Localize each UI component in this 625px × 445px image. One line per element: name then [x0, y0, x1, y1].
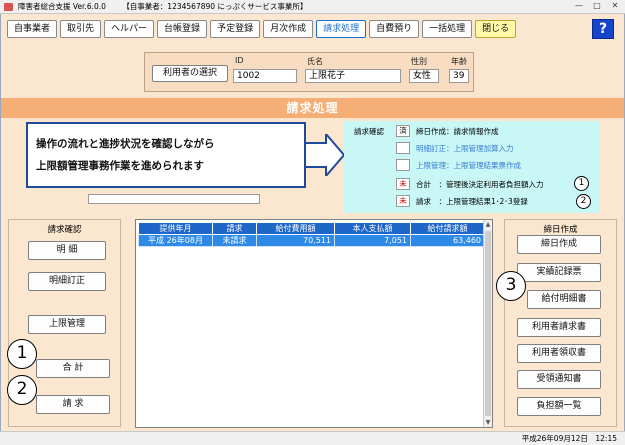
status-mark	[396, 159, 410, 171]
toolbar-close-button[interactable]: 閉じる	[475, 20, 517, 38]
business-label: 【自事業者：1234567890 にっぷくサービス事業所】	[122, 2, 308, 11]
status-text: 明細訂正：上限管理加算入力	[416, 144, 514, 153]
select-user-button[interactable]: 利用者の選択	[152, 65, 228, 82]
window-title: 障害者総合支援 Ver.6.0.0	[18, 2, 106, 11]
minimize-icon[interactable]: —	[571, 1, 587, 12]
status-text: 請求 ：上限管理結果1･2･3登録	[416, 197, 528, 206]
callout-line-2: 上限額管理事務作業を進められます	[36, 160, 204, 172]
toolbar-getsuji-button[interactable]: 月次作成	[263, 20, 314, 38]
age-label: 年齢	[451, 57, 467, 66]
toolbar-seikyu-button[interactable]: 請求処理	[316, 20, 367, 38]
callout-line-1: 操作の流れと進捗状況を確認しながら	[36, 138, 215, 150]
age-field[interactable]: 39	[449, 69, 469, 83]
callout: 操作の流れと進捗状況を確認しながら 上限額管理事務作業を進められます	[26, 122, 346, 188]
status-row-meisai: 明細訂正：上限管理加算入力	[344, 142, 599, 155]
title-bar: 障害者総合支援 Ver.6.0.0 【自事業者：1234567890 にっぷくサ…	[0, 0, 625, 14]
toolbar-daicho-button[interactable]: 台帳登録	[157, 20, 208, 38]
scroll-down-icon[interactable]: ▼	[484, 418, 492, 427]
status-text: 合計 ：管理後決定利用者負担額入力	[416, 180, 544, 189]
close-icon[interactable]: ✕	[607, 1, 623, 12]
status-mark	[396, 142, 410, 154]
status-row-jogen: 上限管理：上限管理結果票作成	[344, 159, 599, 172]
status-mark: 未	[396, 195, 410, 207]
scroll-up-icon[interactable]: ▲	[484, 220, 492, 229]
section-title: 請求処理	[1, 98, 624, 118]
toolbar-ikkatsu-button[interactable]: 一括処理	[422, 20, 473, 38]
user-receipt-button[interactable]: 利用者領収書	[517, 344, 601, 363]
right-panel-title: 締日作成	[543, 225, 578, 235]
right-panel: 締日作成 締日作成 実績記録票 給付明細書 利用者請求書 利用者領収書 受領通知…	[504, 219, 617, 427]
toolbar-helper-button[interactable]: ヘルパー	[104, 20, 155, 38]
main-area: 自事業者 取引先 ヘルパー 台帳登録 予定登録 月次作成 請求処理 自費預り 一…	[0, 14, 625, 445]
status-row-gokei: 未 合計 ：管理後決定利用者負担額入力	[344, 178, 599, 191]
name-label: 氏名	[307, 57, 323, 66]
seikyu-button[interactable]: 請 求	[36, 395, 110, 414]
step-marker-big-1: 1	[7, 339, 37, 369]
scroll-thumb[interactable]	[485, 231, 491, 416]
kyufu-meisai-button[interactable]: 給付明細書	[527, 290, 601, 309]
meisai-teisei-button[interactable]: 明細訂正	[28, 272, 106, 291]
shimebi-sakusei-button[interactable]: 締日作成	[517, 235, 601, 254]
message-field	[88, 194, 260, 204]
step-marker-big-3: 3	[496, 271, 526, 301]
burden-list-button[interactable]: 負担額一覧	[517, 397, 601, 416]
status-text: 締日作成：請求情報作成	[416, 127, 499, 136]
toolbar-jigyosha-button[interactable]: 自事業者	[7, 20, 58, 38]
toolbar-yotei-button[interactable]: 予定登録	[210, 20, 261, 38]
help-button[interactable]: ?	[592, 19, 614, 39]
column-header[interactable]: 本人支払額	[334, 222, 411, 235]
status-cell: 未請求	[212, 234, 257, 247]
table-row[interactable]: 平成 26年08月 未請求 70,511 7,051 63,460	[138, 234, 485, 247]
jogen-kanri-button[interactable]: 上限管理	[28, 315, 106, 334]
column-header[interactable]: 給付費用額	[256, 222, 335, 235]
status-row-seikyu: 未 請求 ：上限管理結果1･2･3登録	[344, 195, 599, 208]
status-bar: 平成26年09月12日 12:15	[0, 431, 625, 445]
step-marker-2: 2	[576, 194, 591, 209]
toolbar-torihiki-button[interactable]: 取引先	[60, 20, 102, 38]
benefit-cost-cell: 70,511	[256, 234, 335, 247]
self-pay-cell: 7,051	[334, 234, 411, 247]
id-label: ID	[235, 56, 244, 65]
meisai-button[interactable]: 明 細	[28, 241, 106, 260]
status-text: 上限管理：上限管理結果票作成	[416, 161, 521, 170]
status-panel: 請求確認 済 締日作成：請求情報作成 明細訂正：上限管理加算入力 上限管理：上限…	[344, 121, 599, 213]
column-header[interactable]: 請求	[212, 222, 257, 235]
column-header[interactable]: 給付請求額	[410, 222, 485, 235]
name-field[interactable]: 上限花子	[305, 69, 401, 83]
step-marker-1: 1	[574, 176, 589, 191]
jisseki-kiroku-button[interactable]: 実績記録票	[517, 263, 601, 282]
claim-cell: 63,460	[410, 234, 485, 247]
app-icon	[4, 3, 13, 11]
month-cell: 平成 26年08月	[138, 234, 213, 247]
status-mark: 未	[396, 178, 410, 190]
step-marker-big-2: 2	[7, 375, 37, 405]
id-field[interactable]: 1002	[233, 69, 297, 83]
receipt-notice-button[interactable]: 受領通知書	[517, 370, 601, 389]
maximize-icon[interactable]: □	[589, 1, 605, 12]
claim-table: 提供年月 請求 給付費用額 本人支払額 給付請求額 平成 26年08月 未請求 …	[135, 219, 493, 428]
toolbar: 自事業者 取引先 ヘルパー 台帳登録 予定登録 月次作成 請求処理 自費預り 一…	[7, 20, 517, 38]
toolbar-jihi-button[interactable]: 自費預り	[369, 20, 420, 38]
status-row-shimebi: 済 締日作成：請求情報作成	[344, 125, 599, 138]
left-panel-title: 請求確認	[47, 225, 82, 235]
user-invoice-button[interactable]: 利用者請求書	[517, 318, 601, 337]
table-scrollbar[interactable]: ▲ ▼	[483, 220, 492, 427]
gokei-button[interactable]: 合 計	[36, 359, 110, 378]
window-controls: — □ ✕	[571, 1, 623, 13]
column-header[interactable]: 提供年月	[138, 222, 213, 235]
status-mark: 済	[396, 125, 410, 137]
datetime-label: 平成26年09月12日 12:15	[521, 434, 617, 443]
claim-grid: 提供年月 請求 給付費用額 本人支払額 給付請求額 平成 26年08月 未請求 …	[138, 222, 485, 247]
gender-field[interactable]: 女性	[409, 69, 439, 83]
user-panel: 利用者の選択 ID 1002 氏名 上限花子 性別 女性 年齢 39	[144, 52, 474, 92]
gender-label: 性別	[411, 57, 427, 66]
callout-box	[26, 122, 306, 188]
